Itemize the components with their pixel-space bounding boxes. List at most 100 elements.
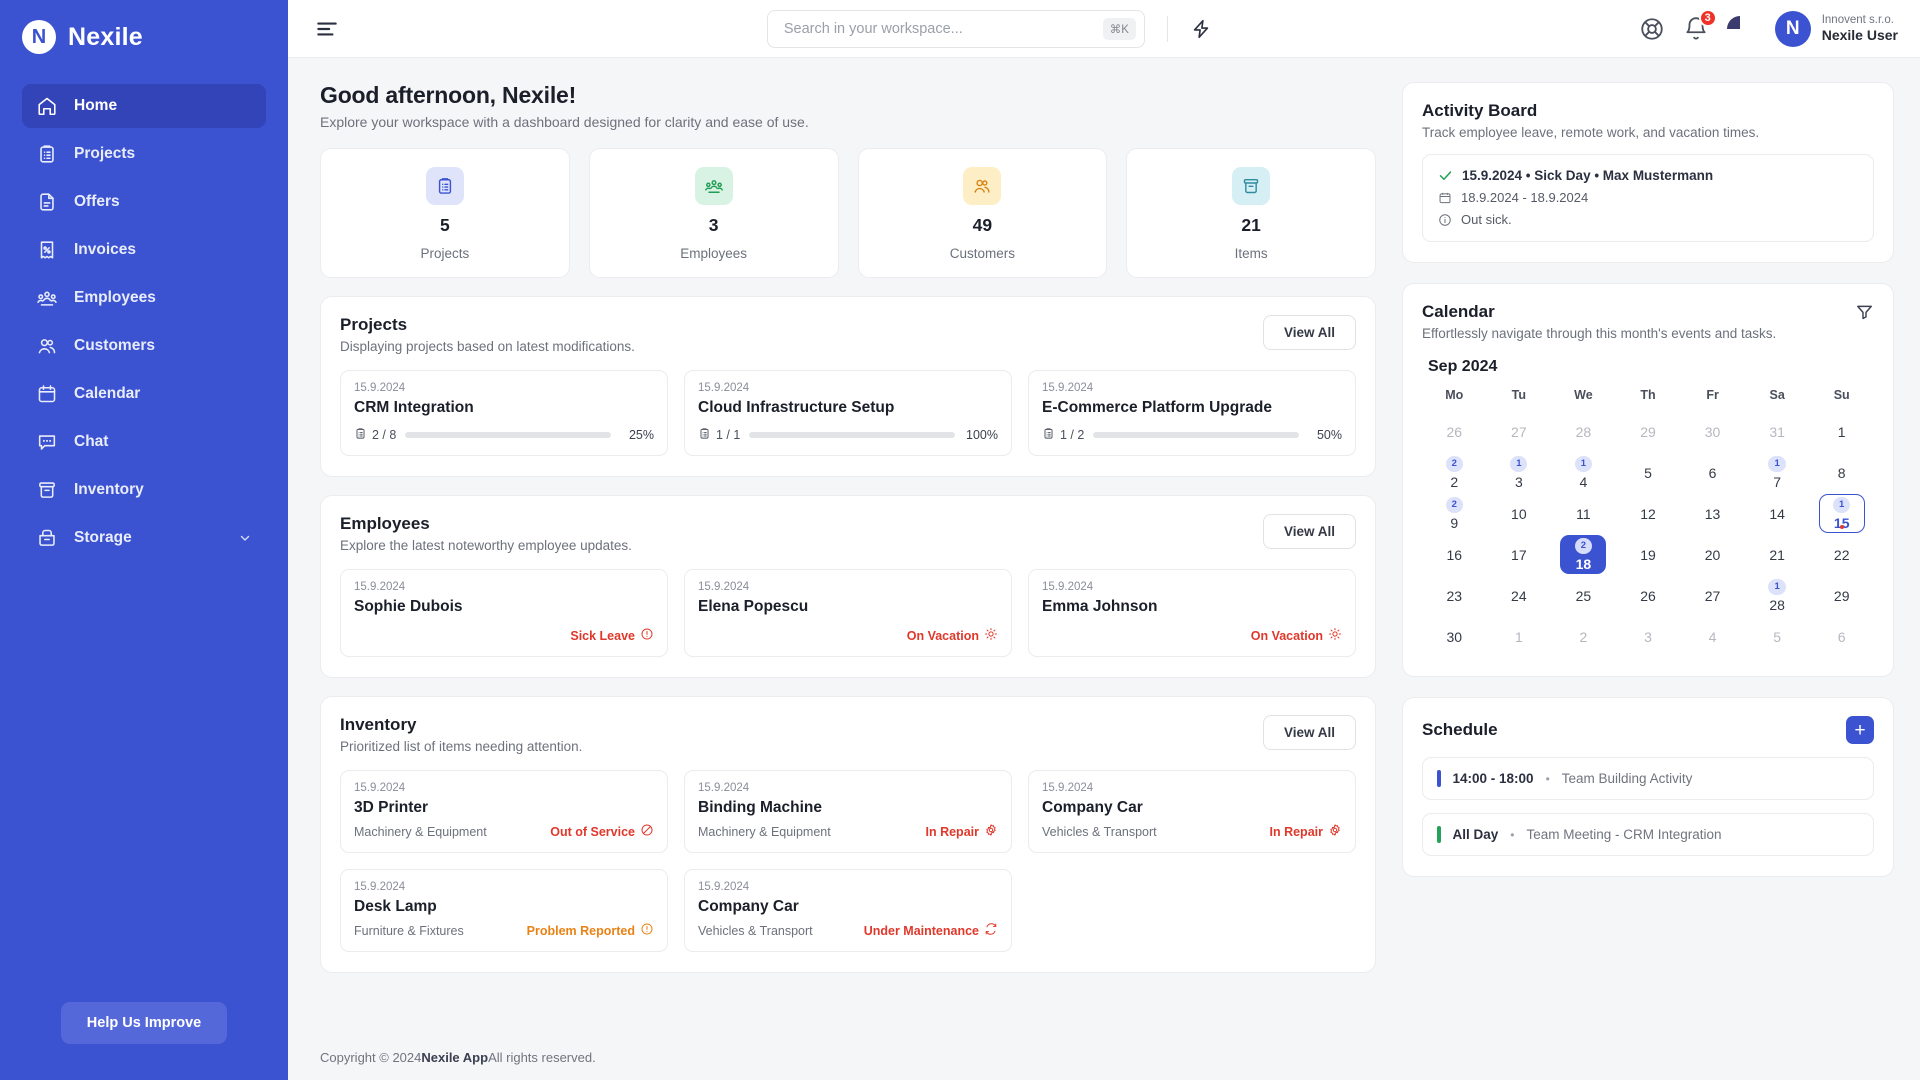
project-card[interactable]: 15.9.2024 CRM Integration 2 / 8 25% xyxy=(340,370,668,456)
employee-card[interactable]: 15.9.2024 Emma Johnson On Vacation xyxy=(1028,569,1356,657)
sidebar-item-customers[interactable]: Customers xyxy=(22,324,266,368)
calendar-day-cell[interactable]: 29 xyxy=(1422,494,1487,533)
employee-card[interactable]: 15.9.2024 Elena Popescu On Vacation xyxy=(684,569,1012,657)
calendar-day-cell[interactable]: 2 18 xyxy=(1551,535,1616,574)
schedule-item[interactable]: All Day • Team Meeting - CRM Integration xyxy=(1422,813,1874,856)
calendar-day-cell[interactable]: 16 xyxy=(1422,535,1487,574)
sidebar-item-offers[interactable]: Offers xyxy=(22,180,266,224)
search-box[interactable]: ⌘K xyxy=(766,9,1145,48)
calendar-day-cell[interactable]: 4 xyxy=(1680,617,1745,656)
search-input[interactable] xyxy=(783,20,1103,37)
check-icon xyxy=(1439,171,1452,180)
employee-card[interactable]: 15.9.2024 Sophie Dubois Sick Leave xyxy=(340,569,668,657)
calendar-day-cell[interactable]: 19 xyxy=(1616,535,1681,574)
calendar-day-cell[interactable]: 21 xyxy=(1745,535,1810,574)
inventory-card[interactable]: 15.9.2024 Company Car Vehicles & Transport… xyxy=(1028,770,1356,853)
stat-card-items[interactable]: 21 Items xyxy=(1126,148,1376,278)
calendar-day-cell[interactable]: 23 xyxy=(1422,576,1487,615)
schedule-title: Schedule xyxy=(1422,720,1498,739)
inventory-card[interactable]: 15.9.2024 3D Printer Machinery & Equipment… xyxy=(340,770,668,853)
calendar-day-cell[interactable]: 14 xyxy=(1551,453,1616,492)
language-flag-icon[interactable] xyxy=(1726,15,1753,42)
projects-view-all-button[interactable]: View All xyxy=(1262,315,1356,350)
calendar-day-cell[interactable]: 29 xyxy=(1809,576,1874,615)
calendar-day-cell[interactable]: 6 xyxy=(1809,617,1874,656)
stat-card-customers[interactable]: 49 Customers xyxy=(857,148,1108,278)
calendar-day-number: 22 xyxy=(1833,546,1850,563)
calendar-day-cell[interactable]: 13 xyxy=(1680,494,1745,533)
lightning-icon[interactable] xyxy=(1190,18,1212,40)
calendar-day-inner: 1 15 xyxy=(1818,494,1865,533)
calendar-day-cell[interactable]: 5 xyxy=(1616,453,1681,492)
sidebar-item-home[interactable]: Home xyxy=(22,84,266,128)
activity-item[interactable]: 15.9.2024 • Sick Day • Max Mustermann 18… xyxy=(1422,154,1874,242)
calendar-day-number: 10 xyxy=(1511,505,1527,522)
sidebar-item-calendar[interactable]: Calendar xyxy=(22,372,266,416)
calendar-day-cell[interactable]: 30 xyxy=(1680,412,1745,451)
calendar-day-cell[interactable]: 26 xyxy=(1616,576,1681,615)
sidebar-item-inventory[interactable]: Inventory xyxy=(22,468,266,512)
calendar-day-inner: 1 xyxy=(1819,412,1865,451)
calendar-day-cell[interactable]: 22 xyxy=(1809,535,1874,574)
calendar-day-cell[interactable]: 17 xyxy=(1487,535,1552,574)
calendar-day-badge: 1 xyxy=(1768,456,1786,472)
sidebar-item-employees[interactable]: Employees xyxy=(22,276,266,320)
calendar-day-number: 13 xyxy=(1704,505,1721,522)
calendar-day-cell[interactable]: 10 xyxy=(1487,494,1552,533)
calendar-day-inner: 17 xyxy=(1496,535,1542,574)
calendar-day-cell[interactable]: 30 xyxy=(1422,617,1487,656)
user-menu[interactable]: N Innovent s.r.o. Nexile User xyxy=(1774,10,1898,47)
calendar-day-cell[interactable]: 3 xyxy=(1616,617,1681,656)
sidebar-item-storage[interactable]: Storage xyxy=(22,516,266,560)
inventory-view-all-button[interactable]: View All xyxy=(1262,715,1356,750)
employees-view-all-button[interactable]: View All xyxy=(1262,514,1356,549)
add-schedule-button[interactable]: + xyxy=(1846,716,1874,744)
help-us-improve-button[interactable]: Help Us Improve xyxy=(60,1002,228,1044)
calendar-day-cell[interactable]: 11 xyxy=(1551,494,1616,533)
calendar-day-cell[interactable]: 29 xyxy=(1616,412,1681,451)
inventory-card[interactable]: 15.9.2024 Company Car Vehicles & Transport… xyxy=(684,869,1012,952)
calendar-day-cell[interactable]: 26 xyxy=(1422,412,1487,451)
calendar-day-cell[interactable]: 8 xyxy=(1809,453,1874,492)
calendar-panel: Calendar Effortlessly navigate through t… xyxy=(1402,283,1894,677)
calendar-day-cell[interactable]: 1 15 xyxy=(1809,494,1874,533)
sidebar-item-invoices[interactable]: Invoices xyxy=(22,228,266,272)
stat-card-employees[interactable]: 3 Employees xyxy=(588,148,839,278)
calendar-day-cell[interactable]: 1 xyxy=(1487,617,1552,656)
calendar-day-cell[interactable]: 13 xyxy=(1487,453,1552,492)
calendar-day-cell[interactable]: 24 xyxy=(1487,576,1552,615)
calendar-day-cell[interactable]: 5 xyxy=(1745,617,1810,656)
calendar-day-cell[interactable]: 1 28 xyxy=(1745,576,1810,615)
calendar-day-cell[interactable]: 25 xyxy=(1551,576,1616,615)
sidebar-item-projects[interactable]: Projects xyxy=(22,132,266,176)
help-lifebuoy-icon[interactable] xyxy=(1639,16,1665,42)
calendar-day-cell[interactable]: 6 xyxy=(1680,453,1745,492)
employee-date: 15.9.2024 xyxy=(1042,581,1094,593)
activity-range: 18.9.2024 - 18.9.2024 xyxy=(1461,190,1589,205)
calendar-day-cell[interactable]: 17 xyxy=(1745,453,1810,492)
alert-circle-icon xyxy=(640,922,654,939)
inventory-card[interactable]: 15.9.2024 Binding Machine Machinery & Equi… xyxy=(684,770,1012,853)
calendar-day-cell[interactable]: 2 xyxy=(1551,617,1616,656)
calendar-day-cell[interactable]: 28 xyxy=(1551,412,1616,451)
calendar-day-cell[interactable]: 1 xyxy=(1809,412,1874,451)
calendar-day-cell[interactable]: 27 xyxy=(1487,412,1552,451)
footer-suffix: All rights reserved. xyxy=(488,1049,596,1065)
calendar-day-cell[interactable]: 22 xyxy=(1422,453,1487,492)
menu-toggle-icon[interactable] xyxy=(314,16,340,42)
notifications-bell-icon[interactable]: 3 xyxy=(1683,8,1717,42)
sidebar-item-chat[interactable]: Chat xyxy=(22,420,266,464)
calendar-day-cell[interactable]: 31 xyxy=(1745,412,1810,451)
inventory-card[interactable]: 15.9.2024 Desk Lamp Furniture & Fixtures Pr… xyxy=(340,869,668,952)
project-card[interactable]: 15.9.2024 Cloud Infrastructure Setup 1 / 1… xyxy=(684,370,1012,456)
filter-icon[interactable] xyxy=(1855,302,1874,321)
stat-card-projects[interactable]: 5 Projects xyxy=(320,148,570,278)
calendar-day-cell[interactable]: 20 xyxy=(1680,535,1745,574)
calendar-day-cell[interactable]: 14 xyxy=(1745,494,1810,533)
project-card[interactable]: 15.9.2024 E-Commerce Platform Upgrade 1 / … xyxy=(1028,370,1356,456)
calendar-day-cell[interactable]: 27 xyxy=(1680,576,1745,615)
inventory-meta-row: Furniture & Fixtures Problem Reported xyxy=(354,922,654,939)
calendar-day-number: 20 xyxy=(1704,546,1721,563)
schedule-item[interactable]: 14:00 - 18:00 • Team Building Activity xyxy=(1422,757,1874,800)
calendar-day-cell[interactable]: 12 xyxy=(1616,494,1681,533)
